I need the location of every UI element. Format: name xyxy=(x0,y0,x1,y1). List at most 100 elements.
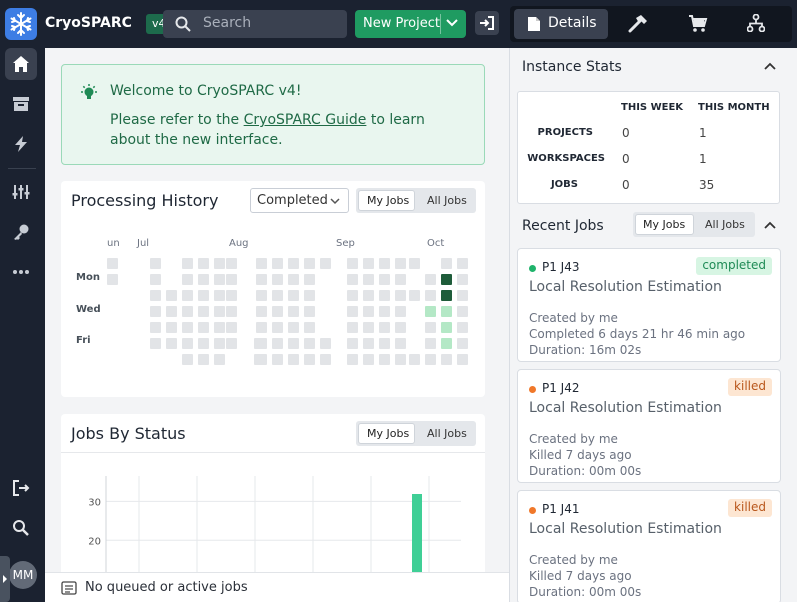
heatmap-cell[interactable] xyxy=(304,290,315,301)
heatmap-cell[interactable] xyxy=(226,322,237,333)
heatmap-cell[interactable] xyxy=(272,354,283,365)
heatmap-cell[interactable] xyxy=(441,306,452,317)
chevron-down-icon[interactable] xyxy=(446,18,458,28)
my-jobs-toggle[interactable]: My Jobs xyxy=(643,218,685,231)
heatmap-cell[interactable] xyxy=(457,338,468,349)
sidebar-item-keys[interactable] xyxy=(5,216,37,248)
heatmap-cell[interactable] xyxy=(226,258,237,269)
heatmap-cell[interactable] xyxy=(182,290,193,301)
heatmap-cell[interactable] xyxy=(441,338,452,349)
heatmap-cell[interactable] xyxy=(150,322,161,333)
heatmap-cell[interactable] xyxy=(304,258,315,269)
status-filter-select[interactable]: Completed xyxy=(250,188,349,213)
heatmap-cell[interactable] xyxy=(182,338,193,349)
heatmap-cell[interactable] xyxy=(363,354,374,365)
heatmap-cell[interactable] xyxy=(347,354,358,365)
sidebar-item-home[interactable] xyxy=(5,48,37,80)
heatmap-cell[interactable] xyxy=(363,338,374,349)
tab-tools[interactable] xyxy=(627,14,649,34)
heatmap-cell[interactable] xyxy=(395,354,406,365)
heatmap-cell[interactable] xyxy=(107,274,118,285)
heatmap-cell[interactable] xyxy=(395,258,406,269)
tab-workflow[interactable] xyxy=(747,14,765,32)
heatmap-cell[interactable] xyxy=(150,338,161,349)
heatmap-cell[interactable] xyxy=(198,274,209,285)
heatmap-cell[interactable] xyxy=(150,306,161,317)
heatmap-cell[interactable] xyxy=(226,338,237,349)
heatmap-cell[interactable] xyxy=(214,290,225,301)
chevron-up-icon[interactable] xyxy=(764,221,776,229)
heatmap-cell[interactable] xyxy=(409,258,420,269)
chevron-up-icon[interactable] xyxy=(764,62,776,70)
heatmap-cell[interactable] xyxy=(304,338,315,349)
heatmap-cell[interactable] xyxy=(166,290,177,301)
heatmap-cell[interactable] xyxy=(107,258,118,269)
heatmap-cell[interactable] xyxy=(347,290,358,301)
job-card[interactable]: P1 J42 killed Local Resolution Estimatio… xyxy=(517,369,781,483)
heatmap-cell[interactable] xyxy=(425,322,436,333)
heatmap-cell[interactable] xyxy=(288,338,299,349)
heatmap-cell[interactable] xyxy=(150,274,161,285)
heatmap-cell[interactable] xyxy=(288,290,299,301)
heatmap-cell[interactable] xyxy=(256,290,267,301)
heatmap-cell[interactable] xyxy=(347,322,358,333)
heatmap-cell[interactable] xyxy=(457,354,468,365)
heatmap-cell[interactable] xyxy=(347,306,358,317)
heatmap-cell[interactable] xyxy=(395,306,406,317)
heatmap-cell[interactable] xyxy=(256,306,267,317)
heatmap-cell[interactable] xyxy=(288,258,299,269)
heatmap-cell[interactable] xyxy=(395,290,406,301)
heatmap-cell[interactable] xyxy=(198,354,209,365)
heatmap-cell[interactable] xyxy=(272,322,283,333)
heatmap-cell[interactable] xyxy=(441,274,452,285)
heatmap-cell[interactable] xyxy=(214,338,225,349)
heatmap-cell[interactable] xyxy=(304,306,315,317)
heatmap-cell[interactable] xyxy=(347,258,358,269)
sidebar-item-more[interactable] xyxy=(5,256,37,288)
cryosparc-logo-icon[interactable] xyxy=(5,8,37,40)
heatmap-cell[interactable] xyxy=(182,258,193,269)
heatmap-cell[interactable] xyxy=(214,306,225,317)
exit-button[interactable] xyxy=(475,11,499,35)
heatmap-cell[interactable] xyxy=(214,258,225,269)
heatmap-cell[interactable] xyxy=(214,322,225,333)
heatmap-cell[interactable] xyxy=(363,274,374,285)
search-input[interactable]: Search xyxy=(163,10,347,38)
heatmap-cell[interactable] xyxy=(379,322,390,333)
sidebar-item-search[interactable] xyxy=(5,512,37,544)
heatmap-cell[interactable] xyxy=(272,306,283,317)
my-jobs-toggle[interactable]: My Jobs xyxy=(367,427,409,440)
heatmap-cell[interactable] xyxy=(150,290,161,301)
tab-cart[interactable] xyxy=(688,14,708,34)
heatmap-cell[interactable] xyxy=(226,290,237,301)
heatmap-cell[interactable] xyxy=(320,354,331,365)
heatmap-cell[interactable] xyxy=(441,354,452,365)
heatmap-cell[interactable] xyxy=(363,306,374,317)
heatmap-cell[interactable] xyxy=(214,274,225,285)
sidebar-expand-handle[interactable] xyxy=(0,556,10,602)
heatmap-cell[interactable] xyxy=(198,322,209,333)
heatmap-cell[interactable] xyxy=(363,258,374,269)
heatmap-cell[interactable] xyxy=(288,354,299,365)
heatmap-cell[interactable] xyxy=(320,258,331,269)
heatmap-cell[interactable] xyxy=(226,306,237,317)
heatmap-cell[interactable] xyxy=(379,338,390,349)
heatmap-cell[interactable] xyxy=(288,322,299,333)
heatmap-cell[interactable] xyxy=(379,306,390,317)
heatmap-cell[interactable] xyxy=(441,290,452,301)
heatmap-cell[interactable] xyxy=(363,290,374,301)
guide-link[interactable]: CryoSPARC Guide xyxy=(244,112,367,128)
heatmap-cell[interactable] xyxy=(288,274,299,285)
heatmap-cell[interactable] xyxy=(347,338,358,349)
avatar[interactable]: MM xyxy=(9,561,37,589)
heatmap-cell[interactable] xyxy=(256,338,267,349)
heatmap-cell[interactable] xyxy=(304,274,315,285)
tab-details[interactable]: Details xyxy=(514,9,608,39)
heatmap-cell[interactable] xyxy=(182,274,193,285)
heatmap-cell[interactable] xyxy=(379,258,390,269)
heatmap-cell[interactable] xyxy=(457,306,468,317)
heatmap-cell[interactable] xyxy=(182,322,193,333)
heatmap-cell[interactable] xyxy=(409,354,420,365)
heatmap-cell[interactable] xyxy=(150,258,161,269)
heatmap-cell[interactable] xyxy=(441,322,452,333)
